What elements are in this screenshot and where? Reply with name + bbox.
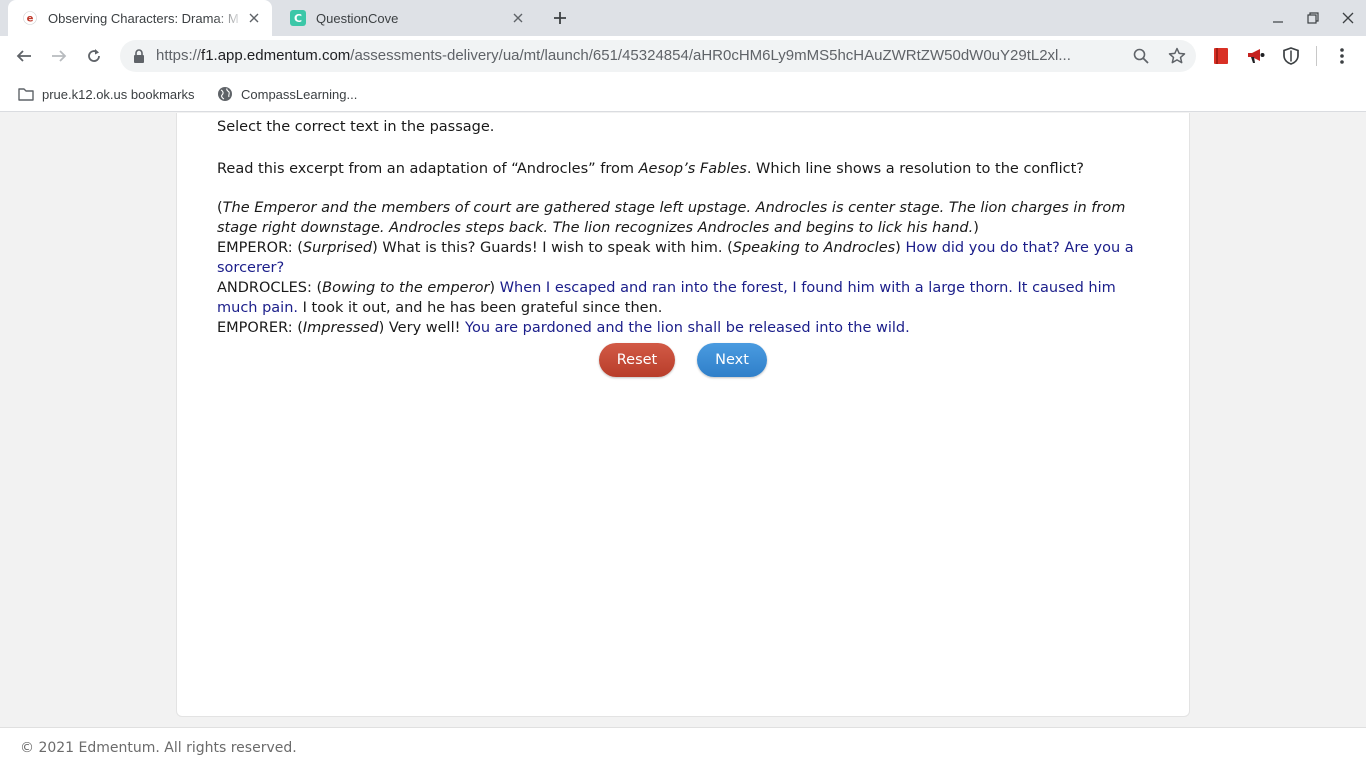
shield-extension-icon[interactable] [1280,45,1302,67]
bookmarks-bar: prue.k12.ok.us bookmarks CompassLearning… [0,76,1366,112]
stage-direction: (The Emperor and the members of court ar… [217,200,1126,236]
close-tab-icon[interactable] [244,8,264,28]
lock-icon[interactable] [132,48,148,64]
page-footer: © 2021 Edmentum. All rights reserved. [0,727,1366,768]
actor-direction: Impressed [302,320,379,336]
button-row: Reset Next [177,343,1191,379]
next-button[interactable]: Next [697,343,767,377]
dialogue-text: I took it out, and he has been grateful … [298,300,663,316]
prompt-text: . Which line shows a resolution to the c… [746,161,1084,177]
globe-icon [217,86,233,102]
bookmark-link[interactable]: CompassLearning... [217,84,357,104]
bookmark-star-icon[interactable] [1167,46,1187,66]
forward-icon[interactable] [45,42,73,70]
close-tab-icon[interactable] [508,8,528,28]
address-bar[interactable]: https://f1.app.edmentum.com/assessments-… [120,40,1196,72]
minimize-icon[interactable] [1264,4,1292,32]
question-prompt: Read this excerpt from an adaptation of … [217,159,1147,179]
reload-icon[interactable] [80,42,108,70]
dialogue-text: What is this? Guards! I wish to speak wi… [377,240,728,256]
folder-icon [18,86,34,102]
bookmark-folder[interactable]: prue.k12.ok.us bookmarks [18,84,194,104]
svg-text:C: C [294,12,302,25]
prompt-text: Read this excerpt from an adaptation of … [217,161,639,177]
selectable-text-option[interactable]: You are pardoned and the lion shall be r… [465,320,910,336]
tab-title: QuestionCove [316,10,399,26]
browser-toolbar: https://f1.app.edmentum.com/assessments-… [0,36,1366,76]
tab-strip: e Observing Characters: Drama: M C Quest… [0,0,1366,36]
speaker-name: EMPEROR: [217,240,298,256]
passage: (The Emperor and the members of court ar… [217,198,1147,338]
url-text[interactable]: https://f1.app.edmentum.com/assessments-… [156,47,1116,64]
url-host: f1.app.edmentum.com [201,47,351,64]
megaphone-extension-icon[interactable] [1245,45,1267,67]
restore-icon[interactable] [1299,4,1327,32]
dialogue-line-emporer: EMPORER: (Impressed) Very well! You are … [217,320,910,336]
dialogue-line-androcles: ANDROCLES: (Bowing to the emperor) When … [217,280,1116,316]
new-tab-icon[interactable] [548,6,572,30]
dialogue-text: Very well! [384,320,466,336]
speaker-name: ANDROCLES: [217,280,317,296]
url-path: /assessments-delivery/ua/mt/launch/651/4… [350,47,1071,64]
actor-direction: Speaking to Androcles [732,240,896,256]
source-title: Aesop’s Fables [638,161,747,177]
stage-direction-text: The Emperor and the members of court are… [217,200,1126,236]
toolbar-separator [1316,46,1317,66]
book-extension-icon[interactable] [1210,45,1232,67]
tab-edmentum[interactable]: e Observing Characters: Drama: M [8,0,272,36]
copyright-text: © 2021 Edmentum. All rights reserved. [20,740,297,756]
actor-direction: Surprised [302,240,373,256]
reset-button[interactable]: Reset [599,343,675,377]
dialogue-line-emperor: EMPEROR: (Surprised) What is this? Guard… [217,240,1134,276]
edmentum-favicon-icon: e [22,10,38,26]
tab-questioncove[interactable]: C QuestionCove [276,0,536,36]
tab-title: Observing Characters: Drama: M [48,10,239,26]
svg-text:e: e [27,14,34,25]
assessment-card: Select the correct text in the passage. … [176,113,1190,717]
question-content: Select the correct text in the passage. … [217,117,1147,338]
actor-direction: Bowing to the emperor [322,280,490,296]
bookmark-label: prue.k12.ok.us bookmarks [42,86,195,102]
menu-icon[interactable] [1331,45,1353,67]
page-viewport: Select the correct text in the passage. … [0,113,1366,768]
close-window-icon[interactable] [1334,4,1362,32]
zoom-icon[interactable] [1131,46,1151,66]
bookmark-label: CompassLearning... [241,86,358,102]
instruction-text: Select the correct text in the passage. [217,119,495,135]
back-icon[interactable] [10,42,38,70]
questioncove-favicon-icon: C [290,10,306,26]
speaker-name: EMPORER: [217,320,298,336]
url-scheme: https:// [156,47,202,64]
